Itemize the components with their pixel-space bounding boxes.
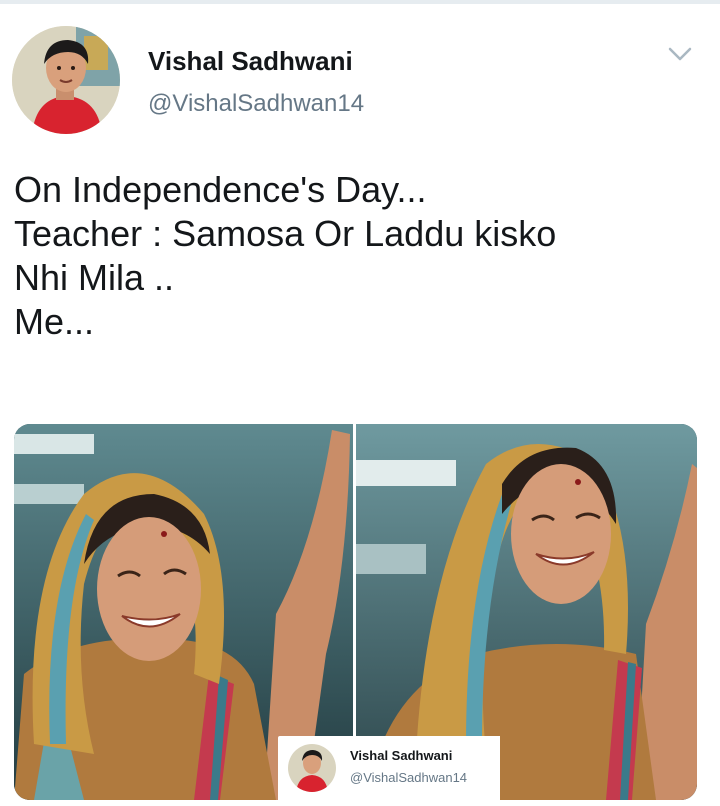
avatar[interactable] [12,26,120,134]
tweet-line: Me... [14,301,95,342]
tweet-line: Teacher : Samosa Or Laddu kisko [14,213,557,254]
watermark-name: Vishal Sadhwani [350,748,453,763]
tweet-line: On Independence's Day... [14,169,427,210]
watermark-card: Vishal Sadhwani @VishalSadhwan14 [278,736,500,800]
chevron-down-icon[interactable] [666,44,694,64]
watermark-avatar [288,744,336,792]
tweet-text: On Independence's Day... Teacher : Samos… [14,168,704,344]
top-divider [0,0,720,4]
tweet-header: Vishal Sadhwani @VishalSadhwan14 [12,26,708,136]
tweet-media[interactable]: Vishal Sadhwani @VishalSadhwan14 [14,424,697,800]
author-name[interactable]: Vishal Sadhwani [148,46,353,77]
watermark-handle: @VishalSadhwan14 [350,770,468,785]
author-handle[interactable]: @VishalSadhwan14 [148,90,364,118]
tweet-line: Nhi Mila .. [14,257,175,298]
